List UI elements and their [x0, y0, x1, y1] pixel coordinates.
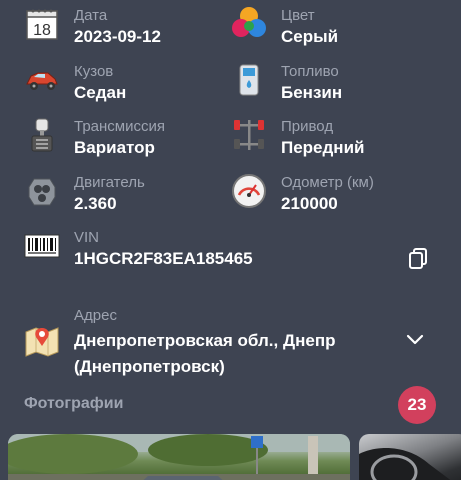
fuel-pump-icon — [239, 64, 259, 96]
interior-photo-image — [359, 448, 451, 480]
car-photo-image — [8, 434, 350, 480]
vin-label: VIN — [74, 229, 100, 246]
spec-engine: Двигатель 2.360 — [24, 173, 145, 215]
fuel-value: Бензин — [281, 83, 343, 102]
address-line-2: (Днепропетровск) — [74, 357, 225, 376]
car-body-icon — [26, 72, 58, 90]
chevron-down-icon — [406, 334, 424, 345]
spec-date: 18 Дата 2023-09-12 — [24, 6, 161, 48]
vin-value[interactable]: 1HGCR2F83EA185465 — [74, 248, 253, 270]
copy-icon — [409, 248, 427, 269]
copy-vin-button[interactable] — [406, 245, 432, 271]
spec-fuel: Топливо Бензин — [231, 62, 342, 104]
fuel-label: Топливо — [281, 63, 339, 80]
address-line-1: Днепропетровская обл., Днепр — [74, 331, 336, 350]
spec-body: Кузов Седан — [24, 62, 126, 104]
barcode-icon — [24, 234, 60, 258]
odometer-value: 210000 — [281, 194, 338, 213]
vehicle-details-screen: 18 Дата 2023-09-12 Цвет Серый Кузов Седа… — [0, 0, 461, 480]
expand-address-button[interactable] — [401, 325, 429, 353]
transmission-value: Вариатор — [74, 138, 155, 157]
date-value: 2023-09-12 — [74, 27, 161, 46]
spec-transmission: Трансмиссия Вариатор — [24, 117, 165, 159]
spec-drive: Привод Передний — [231, 117, 364, 159]
engine-icon — [28, 178, 56, 206]
engine-value: 2.360 — [74, 194, 117, 213]
spec-address[interactable]: Адрес Днепропетровская обл., Днепр (Днеп… — [24, 306, 335, 378]
odometer-label: Одометр (км) — [281, 174, 374, 191]
photos-title: Фотографии — [24, 395, 124, 412]
spec-color: Цвет Серый — [231, 6, 338, 48]
spec-odometer: Одометр (км) 210000 — [231, 173, 374, 215]
map-pin-icon — [25, 327, 59, 357]
body-label: Кузов — [74, 63, 114, 80]
gear-shift-icon — [31, 118, 53, 152]
body-value: Седан — [74, 83, 127, 102]
transmission-label: Трансмиссия — [74, 118, 165, 135]
color-palette-icon — [232, 7, 266, 37]
drivetrain-icon — [234, 120, 264, 150]
svg-text:18: 18 — [33, 22, 51, 39]
calendar-icon: 18 — [26, 9, 58, 40]
color-value: Серый — [281, 27, 339, 46]
photo-count-badge: 23 — [398, 386, 436, 424]
address-label: Адрес — [74, 307, 117, 324]
spec-vin: VIN 1HGCR2F83EA185465 — [24, 228, 253, 270]
drive-label: Привод — [281, 118, 334, 135]
engine-label: Двигатель — [74, 174, 145, 191]
photo-thumbnail-2[interactable] — [359, 434, 461, 480]
drive-value: Передний — [281, 138, 365, 157]
color-label: Цвет — [281, 7, 315, 24]
photo-thumbnail-1[interactable] — [8, 434, 350, 480]
date-label: Дата — [74, 7, 108, 24]
odometer-icon — [232, 174, 266, 208]
